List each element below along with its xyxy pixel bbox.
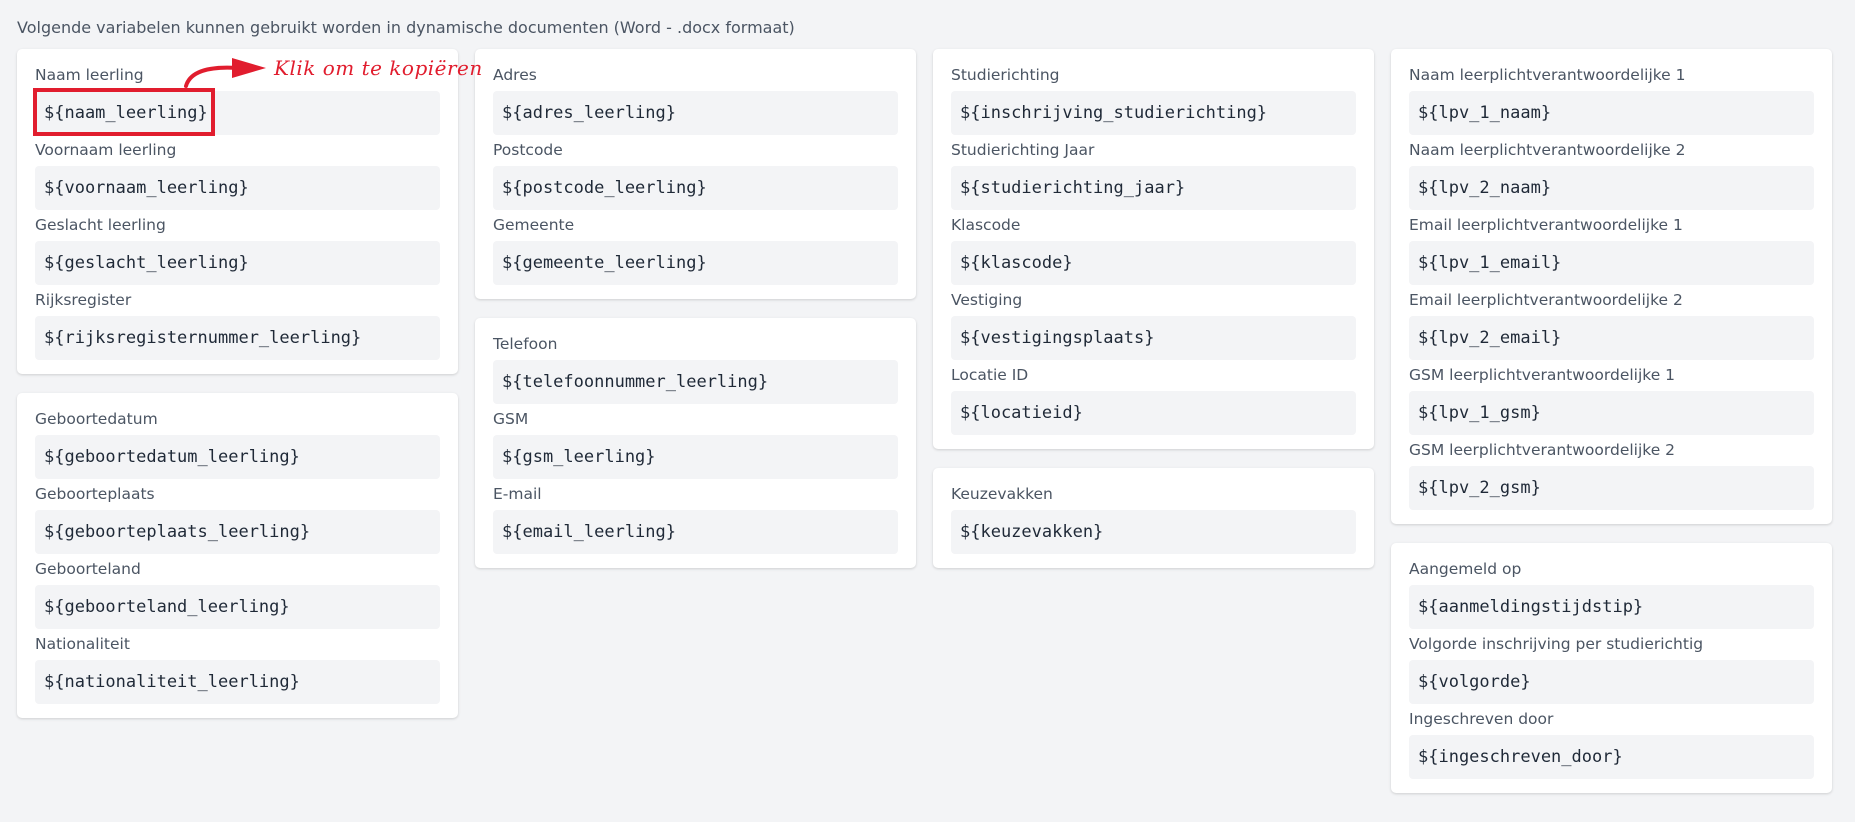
copy-variable-button[interactable]: ${geboorteland_leerling} bbox=[35, 585, 440, 629]
highlight-box bbox=[33, 88, 215, 136]
variable-field-aangemeld-op: Aangemeld op ${aanmeldingstijdstip} bbox=[1409, 559, 1814, 629]
variable-field-rijksregister: Rijksregister ${rijksregisternummer_leer… bbox=[35, 290, 440, 360]
field-label: Voornaam leerling bbox=[35, 141, 177, 159]
variable-field-lpv-2-naam: Naam leerplichtverantwoordelijke 2 ${lpv… bbox=[1409, 140, 1814, 210]
variable-field-volgorde: Volgorde inschrijving per studierichtig … bbox=[1409, 634, 1814, 704]
card-electives: Keuzevakken ${keuzevakken} bbox=[933, 468, 1374, 568]
copy-variable-button[interactable]: ${nationaliteit_leerling} bbox=[35, 660, 440, 704]
field-label: Geboortedatum bbox=[35, 410, 158, 428]
variable-field-email: E-mail ${email_leerling} bbox=[493, 484, 898, 554]
variable-field-geboorteland: Geboorteland ${geboorteland_leerling} bbox=[35, 559, 440, 629]
variable-field-postcode: Postcode ${postcode_leerling} bbox=[493, 140, 898, 210]
copy-variable-button[interactable]: ${locatieid} bbox=[951, 391, 1356, 435]
annotation-text: Klik om te kopiëren bbox=[274, 56, 483, 80]
variable-field-voornaam-leerling: Voornaam leerling ${voornaam_leerling} bbox=[35, 140, 440, 210]
field-label: Rijksregister bbox=[35, 291, 132, 309]
field-label: Volgorde inschrijving per studierichtig bbox=[1409, 635, 1704, 653]
variable-field-geboorteplaats: Geboorteplaats ${geboorteplaats_leerling… bbox=[35, 484, 440, 554]
variable-field-vestiging: Vestiging ${vestigingsplaats} bbox=[951, 290, 1356, 360]
variable-field-lpv-2-email: Email leerplichtverantwoordelijke 2 ${lp… bbox=[1409, 290, 1814, 360]
field-label: Naam leerplichtverantwoordelijke 1 bbox=[1409, 66, 1686, 84]
field-label: Naam leerplichtverantwoordelijke 2 bbox=[1409, 141, 1686, 159]
field-label: Email leerplichtverantwoordelijke 2 bbox=[1409, 291, 1683, 309]
copy-variable-button[interactable]: ${rijksregisternummer_leerling} bbox=[35, 316, 440, 360]
field-label: Geslacht leerling bbox=[35, 216, 166, 234]
copy-variable-button[interactable]: ${lpv_2_naam} bbox=[1409, 166, 1814, 210]
card-student-birth: Geboortedatum ${geboortedatum_leerling} … bbox=[17, 393, 458, 718]
copy-variable-button[interactable]: ${studierichting_jaar} bbox=[951, 166, 1356, 210]
field-label: Geboorteplaats bbox=[35, 485, 155, 503]
copy-variable-button[interactable]: ${telefoonnummer_leerling} bbox=[493, 360, 898, 404]
copy-variable-button[interactable]: ${gemeente_leerling} bbox=[493, 241, 898, 285]
field-label: GSM leerplichtverantwoordelijke 1 bbox=[1409, 366, 1676, 384]
field-label: Ingeschreven door bbox=[1409, 710, 1554, 728]
column-2: Adres ${adres_leerling} Postcode ${postc… bbox=[475, 49, 916, 587]
variable-field-geboortedatum: Geboortedatum ${geboortedatum_leerling} bbox=[35, 409, 440, 479]
copy-variable-button[interactable]: ${volgorde} bbox=[1409, 660, 1814, 704]
copy-variable-button[interactable]: ${klascode} bbox=[951, 241, 1356, 285]
copy-variable-button[interactable]: ${inschrijving_studierichting} bbox=[951, 91, 1356, 135]
copy-variable-button[interactable]: ${keuzevakken} bbox=[951, 510, 1356, 554]
copy-variable-button[interactable]: ${email_leerling} bbox=[493, 510, 898, 554]
variable-field-klascode: Klascode ${klascode} bbox=[951, 215, 1356, 285]
copy-variable-button[interactable]: ${lpv_1_email} bbox=[1409, 241, 1814, 285]
copy-variable-button[interactable]: ${geboorteplaats_leerling} bbox=[35, 510, 440, 554]
copy-variable-button[interactable]: ${geslacht_leerling} bbox=[35, 241, 440, 285]
field-label: E-mail bbox=[493, 485, 542, 503]
field-label: Postcode bbox=[493, 141, 563, 159]
column-4: Naam leerplichtverantwoordelijke 1 ${lpv… bbox=[1391, 49, 1832, 812]
copy-variable-button[interactable]: ${voornaam_leerling} bbox=[35, 166, 440, 210]
variable-field-ingeschreven-door: Ingeschreven door ${ingeschreven_door} bbox=[1409, 709, 1814, 779]
copy-variable-button[interactable]: ${lpv_1_naam} bbox=[1409, 91, 1814, 135]
copy-variable-button[interactable]: ${lpv_2_gsm} bbox=[1409, 466, 1814, 510]
variable-field-keuzevakken: Keuzevakken ${keuzevakken} bbox=[951, 484, 1356, 554]
copy-variable-button[interactable]: ${lpv_1_gsm} bbox=[1409, 391, 1814, 435]
card-compulsory-education-officers: Naam leerplichtverantwoordelijke 1 ${lpv… bbox=[1391, 49, 1832, 524]
card-student-address: Adres ${adres_leerling} Postcode ${postc… bbox=[475, 49, 916, 299]
copy-variable-button[interactable]: ${aanmeldingstijdstip} bbox=[1409, 585, 1814, 629]
variable-field-studierichting: Studierichting ${inschrijving_studierich… bbox=[951, 65, 1356, 135]
field-label: Vestiging bbox=[951, 291, 1023, 309]
variable-field-gsm: GSM ${gsm_leerling} bbox=[493, 409, 898, 479]
field-label: Nationaliteit bbox=[35, 635, 130, 653]
variable-field-lpv-1-gsm: GSM leerplichtverantwoordelijke 1 ${lpv_… bbox=[1409, 365, 1814, 435]
variable-field-telefoon: Telefoon ${telefoonnummer_leerling} bbox=[493, 334, 898, 404]
field-label: Studierichting Jaar bbox=[951, 141, 1095, 159]
annotation-arrow-icon bbox=[184, 58, 266, 88]
copy-variable-button[interactable]: ${vestigingsplaats} bbox=[951, 316, 1356, 360]
card-registration: Aangemeld op ${aanmeldingstijdstip} Volg… bbox=[1391, 543, 1832, 793]
field-label: GSM bbox=[493, 410, 529, 428]
copy-variable-button[interactable]: ${adres_leerling} bbox=[493, 91, 898, 135]
variable-field-lpv-1-naam: Naam leerplichtverantwoordelijke 1 ${lpv… bbox=[1409, 65, 1814, 135]
variable-field-geslacht-leerling: Geslacht leerling ${geslacht_leerling} bbox=[35, 215, 440, 285]
variable-field-gemeente: Gemeente ${gemeente_leerling} bbox=[493, 215, 898, 285]
field-label: Studierichting bbox=[951, 66, 1060, 84]
page-intro-text: Volgende variabelen kunnen gebruikt word… bbox=[17, 18, 795, 37]
variable-field-lpv-2-gsm: GSM leerplichtverantwoordelijke 2 ${lpv_… bbox=[1409, 440, 1814, 510]
copy-variable-button[interactable]: ${gsm_leerling} bbox=[493, 435, 898, 479]
field-label: GSM leerplichtverantwoordelijke 2 bbox=[1409, 441, 1676, 459]
field-label: Geboorteland bbox=[35, 560, 141, 578]
field-label: Email leerplichtverantwoordelijke 1 bbox=[1409, 216, 1683, 234]
field-label: Keuzevakken bbox=[951, 485, 1053, 503]
variable-field-lpv-1-email: Email leerplichtverantwoordelijke 1 ${lp… bbox=[1409, 215, 1814, 285]
field-label: Klascode bbox=[951, 216, 1021, 234]
copy-variable-button[interactable]: ${ingeschreven_door} bbox=[1409, 735, 1814, 779]
card-student-contact: Telefoon ${telefoonnummer_leerling} GSM … bbox=[475, 318, 916, 568]
variable-field-studierichting-jaar: Studierichting Jaar ${studierichting_jaa… bbox=[951, 140, 1356, 210]
column-3: Studierichting ${inschrijving_studierich… bbox=[933, 49, 1374, 587]
field-label: Aangemeld op bbox=[1409, 560, 1522, 578]
variable-field-locatie-id: Locatie ID ${locatieid} bbox=[951, 365, 1356, 435]
copy-variable-button[interactable]: ${geboortedatum_leerling} bbox=[35, 435, 440, 479]
field-label: Gemeente bbox=[493, 216, 575, 234]
copy-variable-button[interactable]: ${postcode_leerling} bbox=[493, 166, 898, 210]
field-label: Adres bbox=[493, 66, 537, 84]
card-study: Studierichting ${inschrijving_studierich… bbox=[933, 49, 1374, 449]
field-label: Locatie ID bbox=[951, 366, 1029, 384]
column-1: Naam leerling ${naam_leerling} Voornaam … bbox=[17, 49, 458, 737]
copy-variable-button[interactable]: ${lpv_2_email} bbox=[1409, 316, 1814, 360]
variable-field-nationaliteit: Nationaliteit ${nationaliteit_leerling} bbox=[35, 634, 440, 704]
variable-field-adres: Adres ${adres_leerling} bbox=[493, 65, 898, 135]
field-label: Telefoon bbox=[493, 335, 558, 353]
